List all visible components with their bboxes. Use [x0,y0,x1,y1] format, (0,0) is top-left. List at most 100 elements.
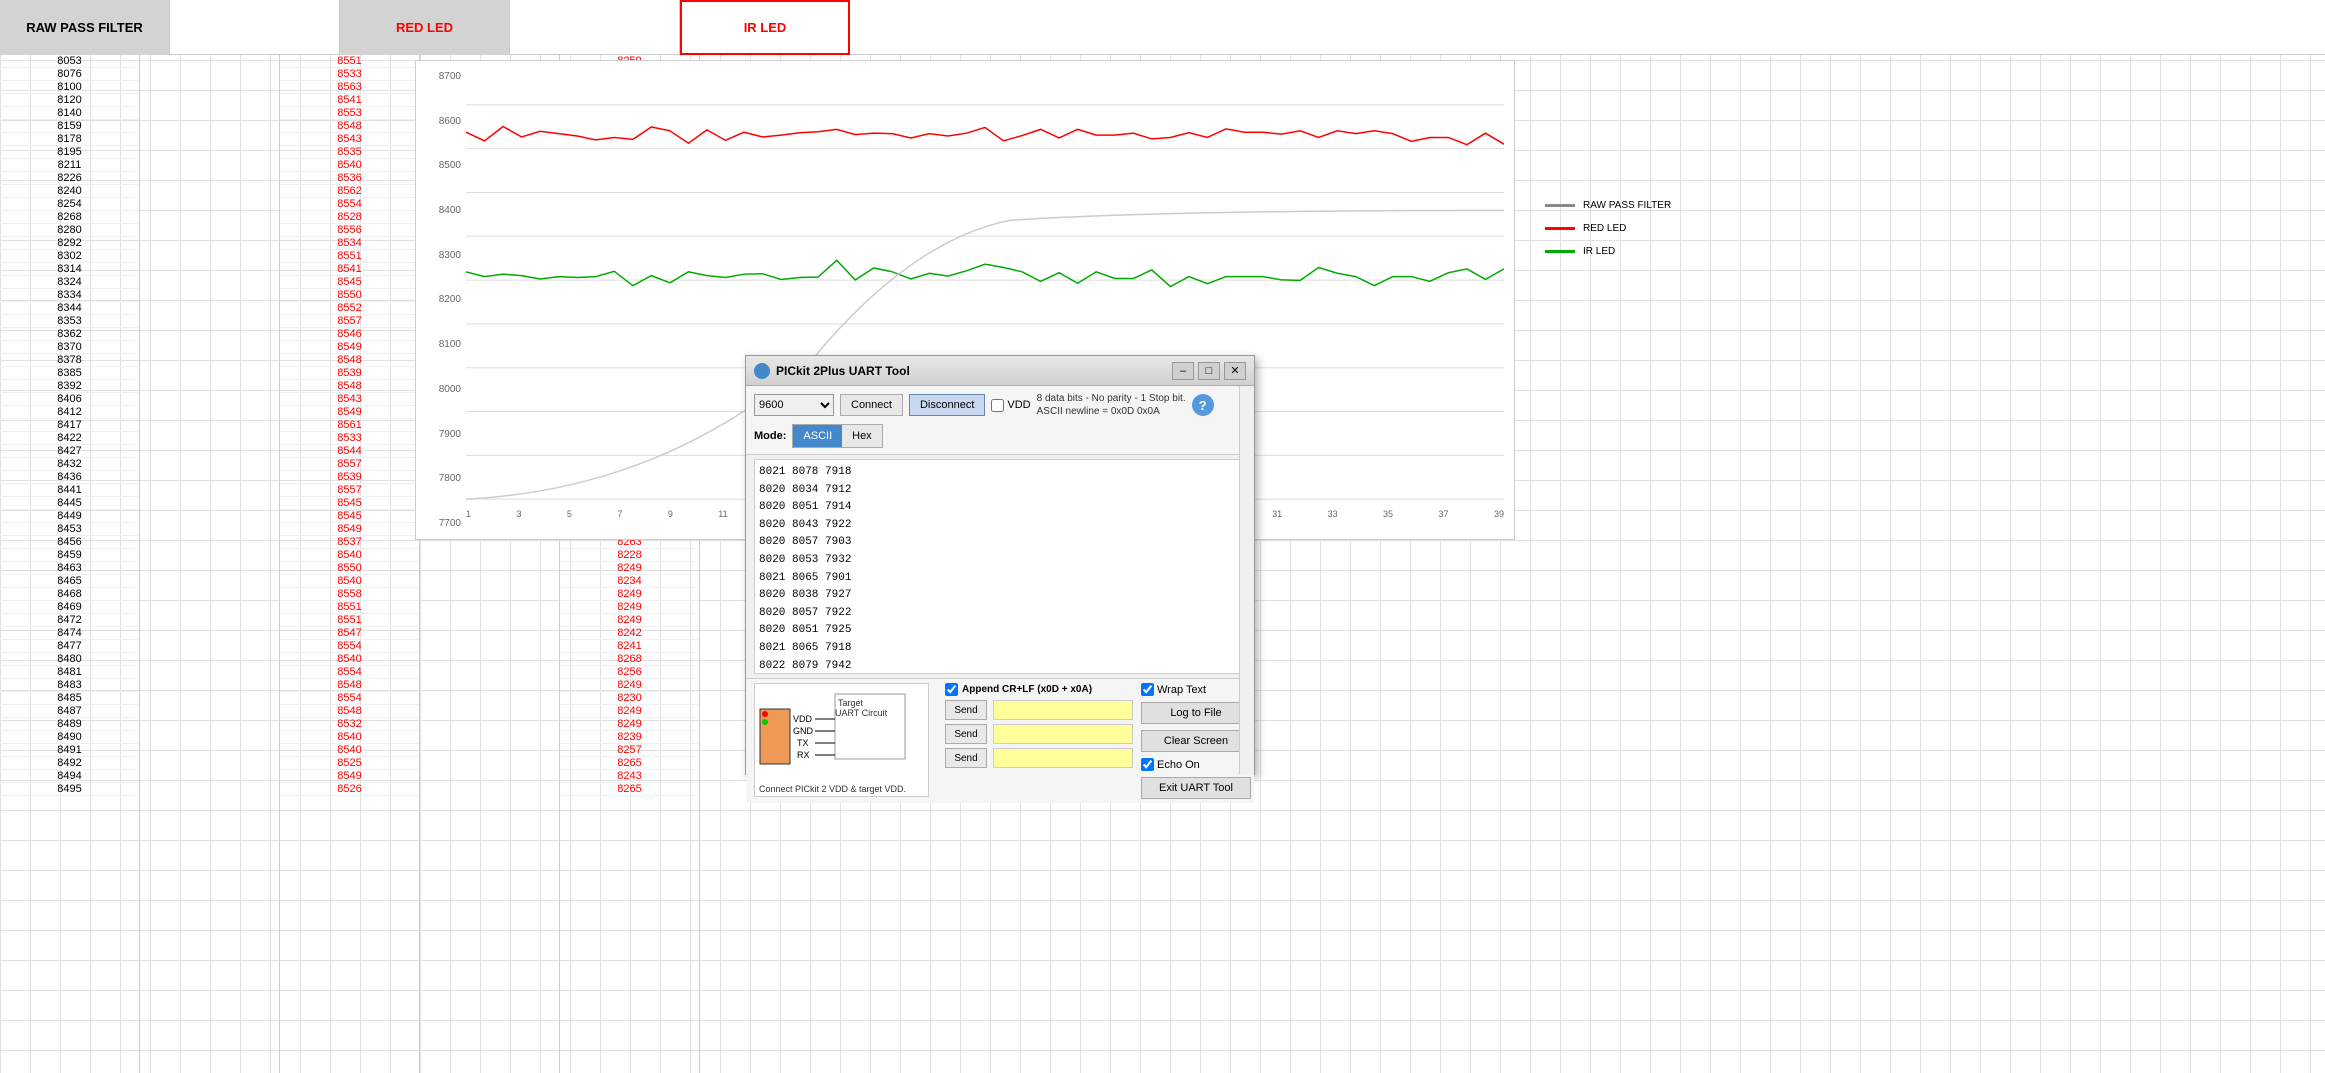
exit-uart-button[interactable]: Exit UART Tool [1141,777,1251,799]
log-to-file-button[interactable]: Log to File [1141,702,1251,724]
send-button-2[interactable]: Send [945,724,987,744]
table-row: 8257 [560,744,699,757]
table-row: 8549 [280,406,419,419]
list-item: 8020 8053 7932 [759,552,1241,570]
red-led-header: RED LED [340,0,510,55]
table-row: 8557 [280,458,419,471]
send-button-1[interactable]: Send [945,700,987,720]
table-row: 8481 [0,666,139,679]
list-item: 8020 8034 7912 [759,482,1241,500]
baud-rate-select[interactable]: 1200240048009600192003840057600115200 [754,394,834,416]
mode-label: Mode: [754,430,786,442]
table-row: 8412 [0,406,139,419]
connect-button[interactable]: Connect [840,394,903,416]
svg-text:Target: Target [838,698,864,708]
table-row: 8554 [280,692,419,705]
table-row: 8535 [280,146,419,159]
legend-raw: RAW PASS FILTER [1545,200,1671,211]
table-row: 8178 [0,133,139,146]
y-axis-label: 8400 [421,205,461,216]
action-buttons: Wrap Text Log to File Clear Screen Echo … [1141,683,1251,799]
table-row: 8551 [280,614,419,627]
table-row: 8422 [0,432,139,445]
macro-input-1[interactable] [993,700,1133,720]
table-row: 8392 [0,380,139,393]
x-axis-label: 1 [466,509,471,519]
table-row: 8469 [0,601,139,614]
circuit-diagram: Target UART Circuit VDD GND TX RX [754,683,929,797]
table-row: 8546 [280,328,419,341]
y-axis-label: 7900 [421,429,461,440]
table-row: 8533 [280,432,419,445]
dialog-title: PICkit 2Plus UART Tool [754,363,910,379]
disconnect-button[interactable]: Disconnect [909,394,985,416]
wrap-text-option: Wrap Text [1141,683,1251,696]
table-row: 8249 [560,705,699,718]
table-row: 8525 [280,757,419,770]
table-row: 8548 [280,120,419,133]
y-axis-label: 8300 [421,250,461,261]
table-row: 8226 [0,172,139,185]
table-row: 8441 [0,484,139,497]
macro-input-2[interactable] [993,724,1133,744]
table-row: 8548 [280,354,419,367]
table-row: 8230 [560,692,699,705]
vdd-checkbox-label[interactable]: VDD [991,399,1030,412]
circuit-hint: Connect PICkit 2 VDD & target VDD. [755,782,928,796]
table-row: 8536 [280,172,419,185]
table-row: 8483 [0,679,139,692]
dialog-window-controls[interactable]: – □ ✕ [1172,362,1246,380]
hex-mode-button[interactable]: Hex [842,425,882,447]
y-axis-label: 8100 [421,339,461,350]
send-button-3[interactable]: Send [945,748,987,768]
echo-on-option: Echo On [1141,758,1251,771]
table-row: 8265 [560,783,699,796]
uart-data-display[interactable]: 8021 8078 79188020 8034 79128020 8051 79… [754,459,1246,674]
table-row: 8540 [280,744,419,757]
table-row: 8370 [0,341,139,354]
table-row: 8140 [0,107,139,120]
header-row: RAW PASS FILTER RED LED IR LED [0,0,2325,55]
ascii-mode-button[interactable]: ASCII [793,425,842,447]
legend-raw-line [1545,204,1575,207]
table-row: 8563 [280,81,419,94]
macros-header: Append CR+LF (x0D + x0A) [945,683,1133,696]
table-row: 8541 [280,263,419,276]
table-row: 8195 [0,146,139,159]
table-row: 8552 [280,302,419,315]
table-row: 8489 [0,718,139,731]
y-axis-label: 7700 [421,518,461,529]
table-row: 8554 [280,666,419,679]
x-axis-label: 37 [1438,509,1448,519]
table-row: 8491 [0,744,139,757]
maximize-button[interactable]: □ [1198,362,1220,380]
close-button[interactable]: ✕ [1224,362,1246,380]
uart-scrollbar[interactable] [1239,386,1254,774]
echo-on-checkbox[interactable] [1141,758,1154,771]
table-row: 8544 [280,445,419,458]
clear-screen-button[interactable]: Clear Screen [1141,730,1251,752]
append-cr-lf-checkbox[interactable] [945,683,958,696]
help-button[interactable]: ? [1192,394,1214,416]
y-axis-label: 8500 [421,160,461,171]
table-row: 8550 [280,289,419,302]
table-row: 8533 [280,68,419,81]
table-row: 8551 [280,250,419,263]
table-row: 8490 [0,731,139,744]
minimize-button[interactable]: – [1172,362,1194,380]
table-row: 8100 [0,81,139,94]
table-row: 8551 [280,55,419,68]
wrap-text-checkbox[interactable] [1141,683,1154,696]
table-row: 8242 [560,627,699,640]
y-axis-label: 8200 [421,294,461,305]
legend-ir: IR LED [1545,246,1671,257]
table-row: 8554 [280,640,419,653]
vdd-checkbox[interactable] [991,399,1004,412]
table-row: 8249 [560,562,699,575]
macro-input-3[interactable] [993,748,1133,768]
table-row: 8558 [280,588,419,601]
table-row: 8249 [560,679,699,692]
table-row: 8344 [0,302,139,315]
table-row: 8120 [0,94,139,107]
table-row: 8472 [0,614,139,627]
